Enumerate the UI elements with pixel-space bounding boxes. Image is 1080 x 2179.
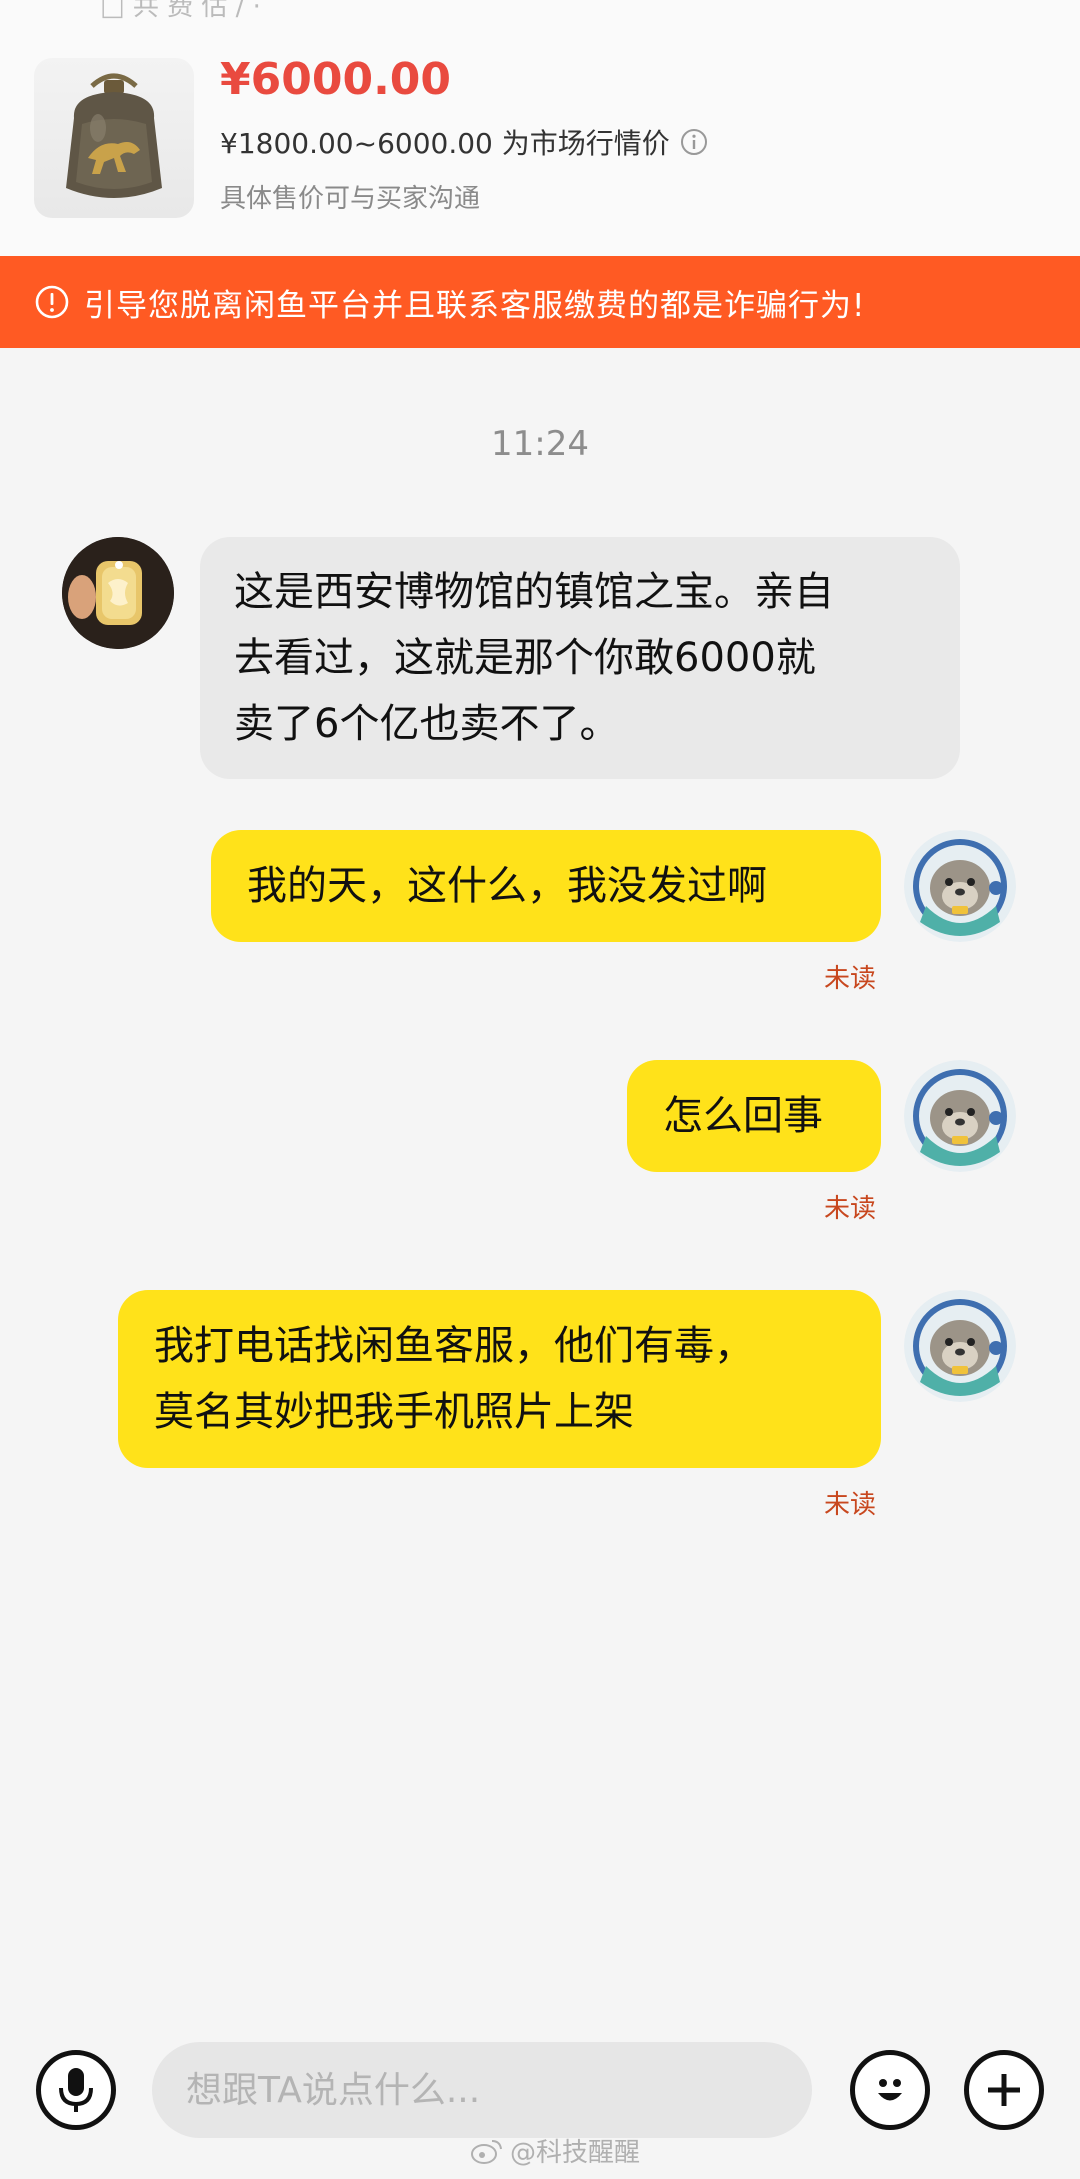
message-text: 怎么回事 bbox=[663, 1093, 823, 1139]
fraud-warning-banner: 引导您脱离闲鱼平台并且联系客服缴费的都是诈骗行为! bbox=[0, 256, 1080, 348]
smiley-icon bbox=[878, 2079, 902, 2101]
message-bubble-outgoing[interactable]: 我的天，这什么，我没发过啊 bbox=[211, 830, 881, 942]
negotiable-note: 具体售价可与买家沟通 bbox=[220, 184, 481, 214]
message-text: 我的天，这什么，我没发过啊 bbox=[247, 863, 767, 909]
chat-timestamp: 11:24 bbox=[491, 424, 589, 464]
top-strip-text: □ 共 费 估 / · bbox=[100, 0, 261, 22]
product-thumbnail[interactable] bbox=[34, 58, 194, 218]
weibo-logo-icon bbox=[471, 2139, 502, 2164]
bronze-flask-image bbox=[66, 73, 162, 198]
market-price-range-text: ¥1800.00~6000.00 为市场行情价 bbox=[220, 127, 670, 160]
product-card[interactable]: ¥6000.00 ¥1800.00~6000.00 为市场行情价 具体售价可与买… bbox=[0, 22, 1080, 256]
unread-status: 未读 bbox=[824, 964, 877, 994]
message-text: 我打电话找闲鱼客服，他们有毒， 莫名其妙把我手机照片上架 bbox=[154, 1323, 754, 1435]
plus-icon bbox=[988, 2074, 1020, 2106]
product-price: ¥6000.00 bbox=[220, 54, 452, 105]
otter-avatar-icon bbox=[904, 1060, 1016, 1172]
message-text: 这是西安博物馆的镇馆之宝。亲自 去看过，这就是那个你敢6000就 卖了6个亿也卖… bbox=[234, 569, 834, 747]
my-avatar[interactable] bbox=[904, 1290, 1016, 1402]
unread-status: 未读 bbox=[824, 1194, 877, 1224]
message-bubble-incoming[interactable]: 这是西安博物馆的镇馆之宝。亲自 去看过，这就是那个你敢6000就 卖了6个亿也卖… bbox=[200, 537, 960, 779]
message-bubble-outgoing[interactable]: 我打电话找闲鱼客服，他们有毒， 莫名其妙把我手机照片上架 bbox=[118, 1290, 881, 1468]
my-avatar[interactable] bbox=[904, 830, 1016, 942]
top-status-strip: □ 共 费 估 / · bbox=[0, 0, 1080, 22]
message-bubble-outgoing[interactable]: 怎么回事 bbox=[627, 1060, 881, 1172]
market-price-range: ¥1800.00~6000.00 为市场行情价 bbox=[220, 122, 708, 162]
more-button[interactable] bbox=[964, 2050, 1044, 2130]
exclamation-circle-icon bbox=[35, 285, 69, 319]
message-input[interactable] bbox=[152, 2042, 812, 2138]
watermark-text: @科技醒醒 bbox=[510, 2138, 641, 2168]
my-avatar[interactable] bbox=[904, 1060, 1016, 1172]
otter-avatar-icon bbox=[904, 830, 1016, 942]
voice-button[interactable] bbox=[36, 2050, 116, 2130]
weibo-watermark: @科技醒醒 bbox=[470, 2132, 640, 2169]
emoji-button[interactable] bbox=[850, 2050, 930, 2130]
jade-pendant-image bbox=[62, 537, 174, 649]
info-icon[interactable] bbox=[680, 128, 708, 156]
warning-text: 引导您脱离闲鱼平台并且联系客服缴费的都是诈骗行为! bbox=[84, 287, 866, 324]
seller-avatar[interactable] bbox=[62, 537, 174, 649]
microphone-icon bbox=[59, 2068, 93, 2112]
otter-avatar-icon bbox=[904, 1290, 1016, 1402]
unread-status: 未读 bbox=[824, 1490, 877, 1520]
